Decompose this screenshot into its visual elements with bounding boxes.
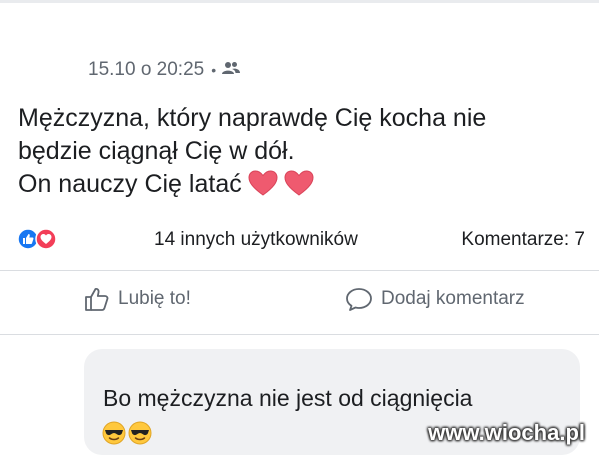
top-separator bbox=[0, 0, 599, 3]
post-text-line-content: On nauczy Cię latać bbox=[18, 170, 242, 198]
divider bbox=[0, 334, 599, 335]
friends-icon[interactable] bbox=[222, 59, 241, 81]
reactions-summary: 14 innych użytkowników Komentarze: 7 bbox=[17, 226, 585, 256]
comments-count[interactable]: Komentarze: 7 bbox=[461, 229, 585, 251]
comment-button-label: Dodaj komentarz bbox=[381, 288, 525, 309]
post-text-line: Mężczyzna, który naprawdę Cię kocha nie bbox=[18, 104, 487, 132]
thumbs-up-icon bbox=[85, 288, 109, 311]
sunglasses-emoji bbox=[102, 421, 128, 450]
post-text: Mężczyzna, który naprawdę Cię kocha nie … bbox=[18, 102, 588, 206]
comment-button[interactable]: Dodaj komentarz bbox=[345, 286, 525, 312]
reaction-icons[interactable] bbox=[17, 228, 57, 255]
post-meta: 15.10 o 20:25 • bbox=[88, 59, 241, 81]
post-text-line: będzie ciągnął Cię w dół. bbox=[18, 137, 295, 165]
heart-emoji bbox=[284, 170, 314, 206]
post-timestamp[interactable]: 15.10 o 20:25 bbox=[88, 59, 204, 81]
meta-separator: • bbox=[211, 62, 217, 78]
like-button[interactable]: Lubię to! bbox=[84, 286, 191, 312]
comment-icon bbox=[346, 288, 372, 311]
post-text-line: On nauczy Cię latać bbox=[18, 168, 588, 206]
comment-text: Bo mężczyzna nie jest od ciągnięcia bbox=[103, 385, 473, 411]
comment-emojis bbox=[102, 421, 154, 450]
love-reaction-icon[interactable] bbox=[35, 228, 57, 255]
sunglasses-emoji bbox=[128, 421, 154, 450]
divider bbox=[0, 270, 599, 271]
like-button-label: Lubię to! bbox=[118, 288, 191, 309]
watermark: www.wiocha.pl bbox=[428, 420, 585, 445]
heart-emoji bbox=[248, 170, 278, 206]
reactions-count[interactable]: 14 innych użytkowników bbox=[154, 229, 358, 251]
